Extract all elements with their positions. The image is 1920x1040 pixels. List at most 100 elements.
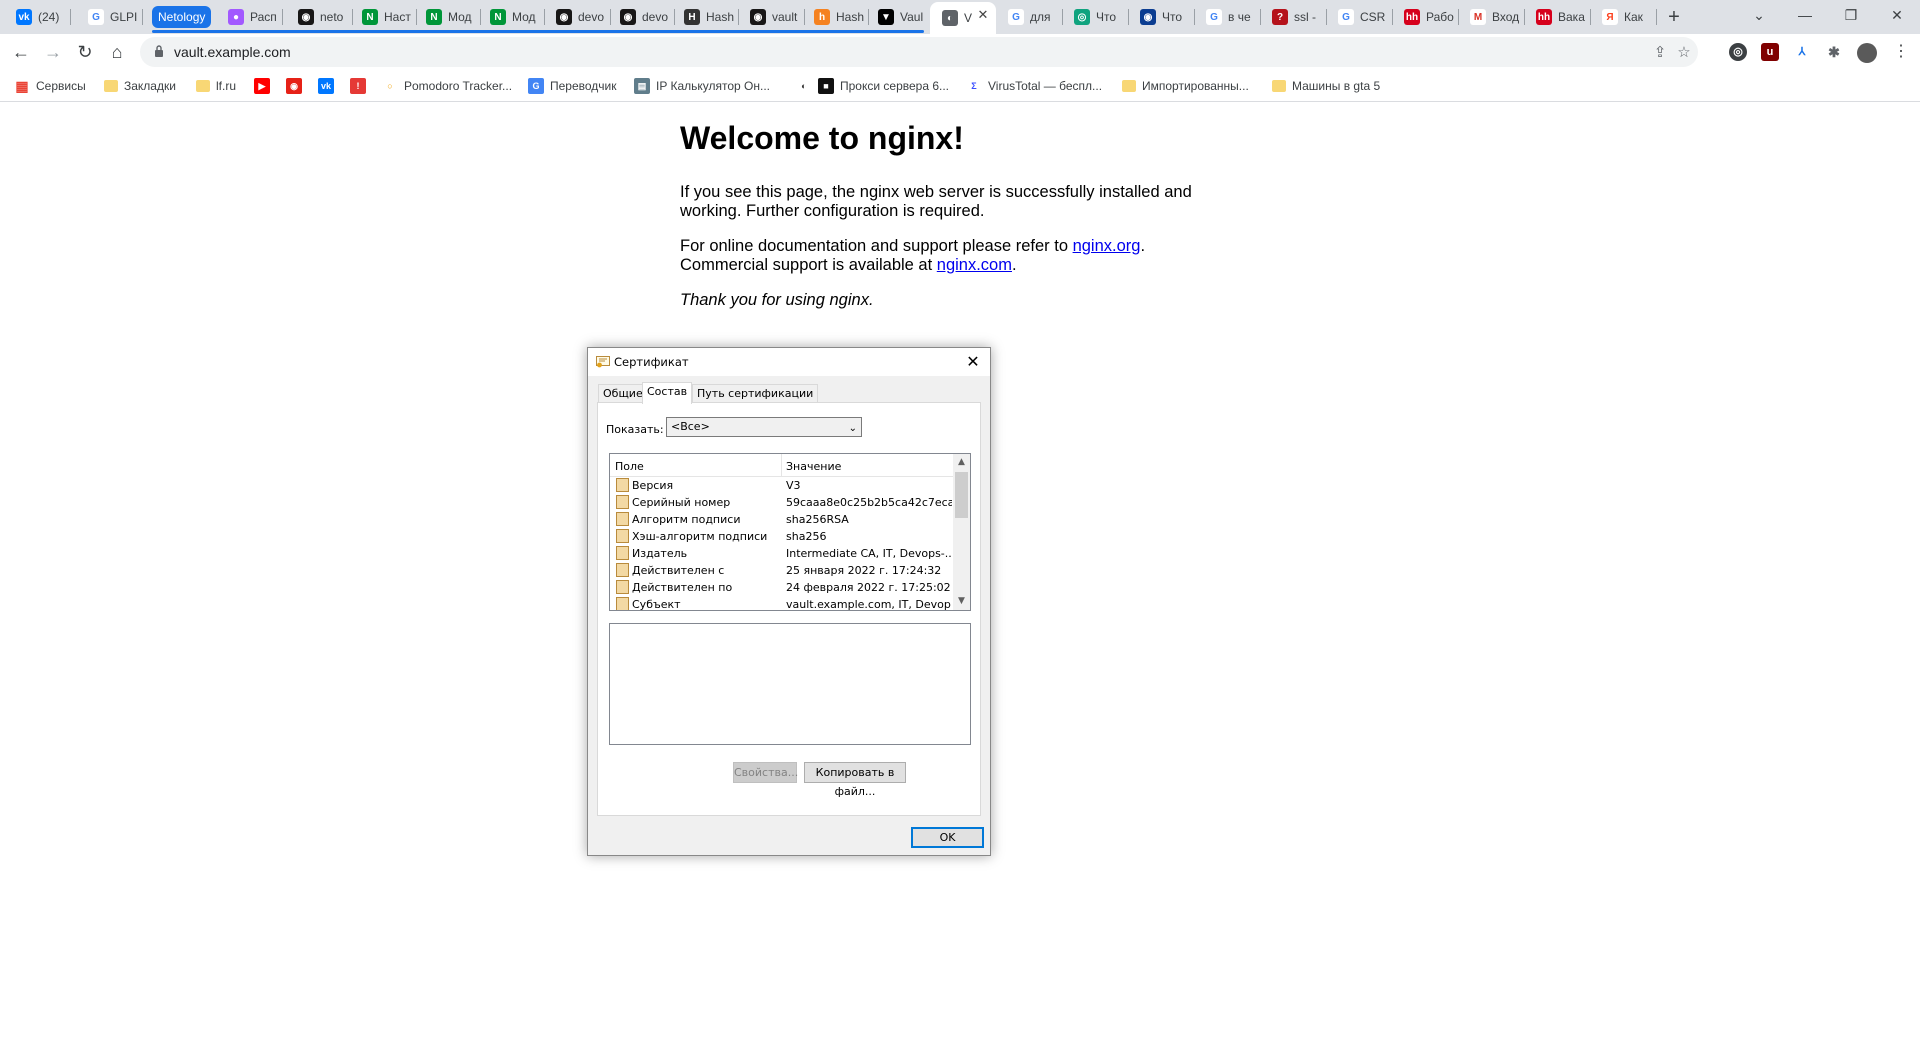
copy-to-file-button[interactable]: Копировать в файл... (804, 762, 906, 798)
nginx-com-link[interactable]: nginx.com (937, 256, 1012, 274)
back-icon[interactable]: ← (8, 39, 34, 65)
bookmark-item[interactable]: ! (350, 77, 372, 95)
bookmark-item[interactable]: ◐ (796, 77, 818, 95)
lock-icon[interactable] (154, 45, 164, 57)
tab-label: Вака (1558, 10, 1585, 24)
bookmark-item[interactable]: Σ VirusTotal — беспл... (966, 77, 1102, 95)
tab-21[interactable]: M Вход (1458, 4, 1522, 30)
tab-19[interactable]: G CSR (1326, 4, 1390, 30)
tab-1[interactable]: G GLPI (76, 4, 140, 30)
tab-9[interactable]: H Hash (672, 4, 736, 30)
vk-icon: vk (318, 78, 334, 94)
extension-ublock-icon[interactable]: u (1761, 43, 1779, 61)
tab-group-netology[interactable]: Netology (152, 6, 212, 28)
dialog-close-icon[interactable]: ✕ (956, 348, 990, 376)
tab-details[interactable]: Состав (642, 382, 693, 404)
close-tab-icon[interactable]: ✕ (976, 8, 990, 22)
restore-button[interactable]: ❐ (1828, 0, 1874, 30)
table-row[interactable]: Алгоритм подписи sha256RSA (610, 511, 955, 528)
tab-18[interactable]: ? ssl - (1260, 4, 1324, 30)
show-dropdown[interactable]: <Все> ⌄ (666, 417, 862, 437)
tab-17[interactable]: Gв че (1194, 4, 1258, 30)
bookmark-item[interactable]: ▤ IP Калькулятор Он... (634, 77, 770, 95)
tab-0[interactable]: vk (24) (4, 4, 68, 30)
scroll-up-icon[interactable]: ▲ (953, 454, 970, 471)
bookmark-item[interactable]: G Переводчик (528, 77, 617, 95)
tab-4[interactable]: N Наст (350, 4, 414, 30)
tab-3[interactable]: ◉ neto (286, 4, 350, 30)
bookmark-item[interactable]: Импортированны... (1122, 77, 1249, 95)
google-icon: G (88, 9, 104, 25)
table-row[interactable]: Хэш-алгоритм подписи sha256 (610, 528, 955, 545)
tab-2[interactable]: ● Расп (216, 4, 280, 30)
bookmark-item[interactable]: ◉ (286, 77, 308, 95)
tab-7[interactable]: ◉ devo (544, 4, 608, 30)
bookmark-item[interactable]: lf.ru (196, 77, 236, 95)
fields-listview[interactable]: Поле Значение Версия V3 Серийный номер 59ca… (609, 453, 971, 611)
table-row[interactable]: Версия V3 (610, 477, 955, 494)
tab-12[interactable]: ▼ Vaul (866, 4, 930, 30)
bookmark-item[interactable]: Закладки (104, 77, 176, 95)
menu-kebab-icon[interactable]: ⋮ (1888, 39, 1914, 65)
tab-label: Hash (836, 10, 865, 24)
table-row[interactable]: Субъект vault.example.com, IT, Devop... (610, 596, 955, 610)
minimize-button[interactable]: — (1782, 0, 1828, 30)
tab-15[interactable]: ◎ Что (1062, 4, 1126, 30)
table-row[interactable]: Серийный номер 59caaa8e0c25b2b5ca42c7eca.… (610, 494, 955, 511)
home-icon[interactable]: ⌂ (104, 39, 130, 65)
tab-5[interactable]: N Мод (414, 4, 478, 30)
tab-6[interactable]: N Мод (478, 4, 542, 30)
dialog-titlebar[interactable]: Сертификат ✕ (588, 348, 990, 376)
tab-22[interactable]: hh Вака (1524, 4, 1588, 30)
tab-23[interactable]: Я Как (1590, 4, 1654, 30)
tab-14[interactable]: Gдля (996, 4, 1060, 30)
profile-avatar[interactable] (1857, 43, 1877, 63)
bookmark-item[interactable]: ▶ (254, 77, 276, 95)
bookmark-item[interactable]: Машины в gta 5 (1272, 77, 1380, 95)
field-value: 24 февраля 2022 г. 17:25:02 (786, 581, 951, 594)
tab-general[interactable]: Общие (598, 384, 648, 403)
show-dropdown-value: <Все> (671, 420, 710, 433)
tab-label: devo (642, 10, 669, 24)
reload-icon[interactable]: ↻ (72, 39, 98, 65)
listview-scrollbar[interactable]: ▲ ▼ (953, 454, 970, 610)
bookmark-label: IP Калькулятор Он... (656, 79, 770, 93)
tab-11[interactable]: h Hash (802, 4, 866, 30)
tab-20[interactable]: hh Рабо (1392, 4, 1456, 30)
tab-8[interactable]: ◉ devo (608, 4, 672, 30)
bookmark-item[interactable]: vk (318, 77, 340, 95)
folder-icon (104, 80, 118, 92)
scrollbar-thumb[interactable] (955, 472, 968, 518)
nginx-icon: N (362, 9, 378, 25)
tab-certification-path[interactable]: Путь сертификации (692, 384, 819, 403)
extension-translate-icon[interactable]: ⅄ (1793, 43, 1811, 61)
extension-ghostery-icon[interactable]: ◎ (1729, 43, 1747, 61)
bookmark-item[interactable]: ■ Прокси сервера 6... (818, 77, 949, 95)
table-row[interactable]: Действителен по 24 февраля 2022 г. 17:25:… (610, 579, 955, 596)
hh-icon: hh (1404, 9, 1420, 25)
tab-search-button[interactable]: ⌄ (1736, 0, 1782, 30)
share-icon[interactable]: ⇪ (1650, 43, 1670, 63)
scroll-down-icon[interactable]: ▼ (953, 593, 970, 610)
extensions-puzzle-icon[interactable]: ✱ (1825, 43, 1843, 61)
column-divider[interactable] (781, 454, 782, 476)
column-header-field[interactable]: Поле (615, 460, 644, 473)
ok-button[interactable]: OK (911, 827, 984, 848)
tab-16[interactable]: ◉ Что (1128, 4, 1192, 30)
tab-13[interactable]: ◐ V ✕ (930, 2, 996, 34)
address-bar[interactable]: vault.example.com ⇪ ☆ (140, 37, 1698, 67)
new-tab-button[interactable]: + (1662, 6, 1686, 30)
bookmark-star-icon[interactable]: ☆ (1674, 43, 1694, 63)
bookmark-item[interactable]: ○ Pomodoro Tracker... (382, 77, 512, 95)
properties-button[interactable]: Свойства... (733, 762, 798, 783)
table-row[interactable]: Действителен с 25 января 2022 г. 17:24:32 (610, 562, 955, 579)
bookmark-item[interactable]: ▦ Сервисы (14, 77, 86, 95)
table-row[interactable]: Издатель Intermediate CA, IT, Devops-... (610, 545, 955, 562)
field-detail-box[interactable] (609, 623, 971, 745)
close-window-button[interactable]: ✕ (1874, 0, 1920, 30)
tab-10[interactable]: ◉ vault (738, 4, 802, 30)
url-text[interactable]: vault.example.com (174, 44, 291, 60)
forward-icon[interactable]: → (40, 39, 66, 65)
nginx-org-link[interactable]: nginx.org (1073, 237, 1141, 255)
column-header-value[interactable]: Значение (786, 460, 841, 473)
